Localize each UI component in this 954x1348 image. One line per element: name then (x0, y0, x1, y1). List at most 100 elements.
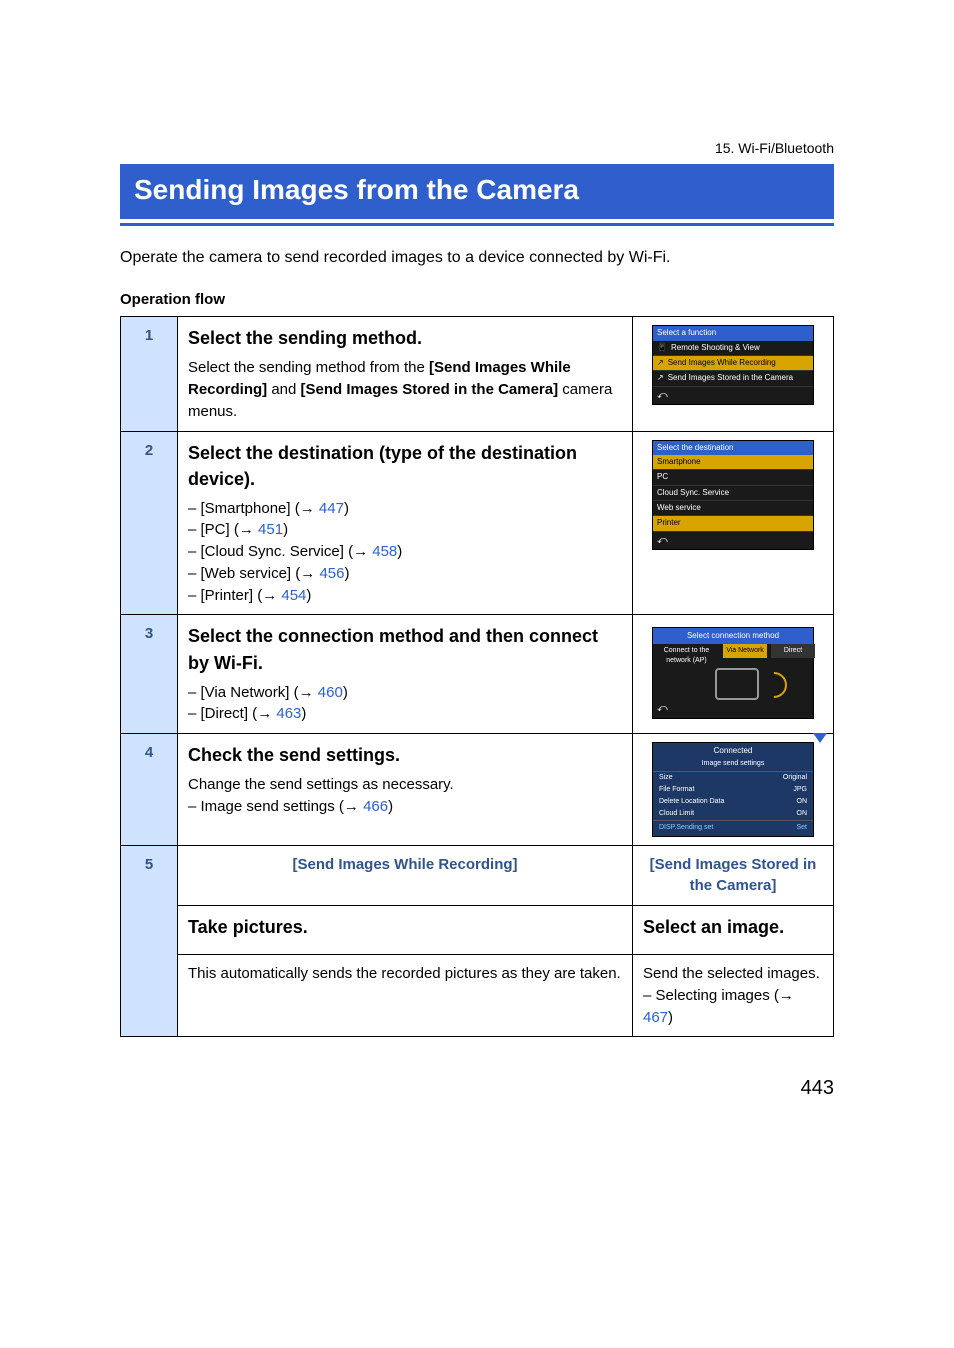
table-row: 3 Select the connection method and then … (121, 615, 834, 734)
text: – [Web service] ( (188, 565, 300, 582)
page-link[interactable]: 467 (643, 1009, 668, 1026)
back-icon: ⤺ (653, 387, 813, 404)
arrow-icon: → (262, 587, 277, 604)
list-item: – Image send settings (→ 466) (188, 796, 622, 818)
page-link[interactable]: 458 (372, 543, 397, 560)
step-heading: Check the send settings. (188, 742, 622, 768)
step-number: 2 (121, 431, 178, 615)
menu-row: Web service (653, 501, 813, 516)
step-heading: Select the sending method. (188, 325, 622, 351)
via-network-button: Via Network (723, 644, 767, 658)
arrow-icon: → (779, 987, 794, 1004)
share-icon: ↗ (657, 358, 664, 368)
text: Send the selected images. (643, 963, 823, 985)
menu-row-highlight: ↗ Send Images While Recording (653, 356, 813, 371)
menu-row: Cloud Sync. Service (653, 486, 813, 501)
menu-row-highlight: Smartphone (653, 455, 813, 470)
step-heading: Select an image. (643, 914, 823, 940)
triangle-down-icon (813, 733, 827, 743)
camera-icon (715, 668, 759, 700)
list-item: – [Direct] (→ 463) (188, 703, 622, 725)
text: ) (668, 1009, 673, 1026)
text: Select the sending method from the (188, 359, 429, 376)
screen-header: Select a function (653, 326, 813, 340)
page-link[interactable]: 447 (319, 500, 344, 517)
step-body: Select the connection method and then co… (178, 615, 633, 734)
setting-row: File Format JPG (653, 784, 813, 796)
menu-row: 📱Remote Shooting & View (653, 341, 813, 356)
list-item: – [Printer] (→ 454) (188, 585, 622, 607)
text: ) (344, 500, 349, 517)
screenshot-cell: Select the destination Smartphone PC Clo… (633, 431, 834, 615)
arrow-icon: → (239, 521, 254, 538)
camera-screen-connection-method: Select connection method Connect to the … (652, 627, 814, 719)
setting-key: File Format (659, 785, 694, 795)
setting-row: Size Original (653, 772, 813, 784)
text: network (AP) (666, 657, 706, 664)
step-body: Select the destination (type of the dest… (178, 431, 633, 615)
text: Change the send settings as necessary. (188, 774, 622, 796)
title-underline (120, 223, 834, 226)
arrow-icon: → (257, 705, 272, 722)
screenshot-cell: Connected Image send settings SizeOrigin… (633, 734, 834, 845)
screenshot-cell: Select a function 📱Remote Shooting & Vie… (633, 317, 834, 431)
text: – [PC] ( (188, 521, 239, 538)
step-heading: Select the connection method and then co… (188, 623, 622, 675)
operation-flow-table: 1 Select the sending method. Select the … (120, 316, 834, 1037)
page-link[interactable]: 451 (258, 521, 283, 538)
setting-value: JPG (793, 785, 807, 795)
page-link[interactable]: 460 (318, 684, 343, 701)
footer-right: Set (796, 823, 807, 833)
step-heading: Select the destination (type of the dest… (188, 440, 622, 492)
arrow-icon: → (353, 543, 368, 560)
setting-key: Size (659, 773, 673, 783)
list-item: – [PC] (→ 451) (188, 519, 622, 541)
text: ) (388, 798, 393, 815)
page-link[interactable]: 456 (319, 565, 344, 582)
step-number: 1 (121, 317, 178, 431)
step-body: Take pictures. (178, 906, 633, 955)
footer-left: DISP.Sending set (659, 823, 713, 833)
step-body: Select an image. (633, 906, 834, 955)
menu-row: PC (653, 470, 813, 485)
arrow-icon: → (300, 565, 315, 582)
step-body: Select the sending method. Select the se… (178, 317, 633, 431)
page-number: 443 (120, 1077, 834, 1100)
menu-row: ↗Send Images Stored in the Camera (653, 371, 813, 386)
step-number: 4 (121, 734, 178, 845)
text: and (267, 381, 300, 398)
setting-value: ON (797, 809, 808, 819)
text: – Image send settings ( (188, 798, 344, 815)
bold-text: [Send Images Stored in the Camera] (301, 381, 559, 398)
camera-screen-select-function: Select a function 📱Remote Shooting & Vie… (652, 325, 814, 405)
list-item: – [Smartphone] (→ 447) (188, 498, 622, 520)
screen-header: Select the destination (653, 441, 813, 455)
screen-footer: DISP.Sending set Set (653, 820, 813, 833)
text: ) (343, 684, 348, 701)
arrow-icon: → (299, 684, 314, 701)
screen-header: Select connection method (653, 628, 813, 644)
list-item: – [Cloud Sync. Service] (→ 458) (188, 541, 622, 563)
text: Connect to the (664, 647, 710, 654)
table-row: 1 Select the sending method. Select the … (121, 317, 834, 431)
menu-label: Send Images While Recording (668, 358, 776, 368)
text: ) (397, 543, 402, 560)
text: ) (344, 565, 349, 582)
text: ) (283, 521, 288, 538)
step-body: This automatically sends the recorded pi… (178, 955, 633, 1037)
menu-row-highlight: Printer (653, 516, 813, 531)
text: – [Via Network] ( (188, 684, 299, 701)
screen-section: Image send settings (653, 759, 813, 772)
back-icon: ⤺ (657, 702, 668, 717)
setting-value: Original (783, 773, 807, 783)
setting-key: Cloud Limit (659, 809, 694, 819)
wifi-wave-icon (756, 667, 793, 704)
setting-key: Delete Location Data (659, 797, 724, 807)
text: – [Cloud Sync. Service] ( (188, 543, 353, 560)
step-number: 5 (121, 845, 178, 1037)
page-link[interactable]: 466 (363, 798, 388, 815)
page-link[interactable]: 463 (276, 705, 301, 722)
share-icon: ↗ (657, 373, 664, 383)
camera-screen-send-settings: Connected Image send settings SizeOrigin… (652, 742, 814, 836)
page-link[interactable]: 454 (281, 587, 306, 604)
